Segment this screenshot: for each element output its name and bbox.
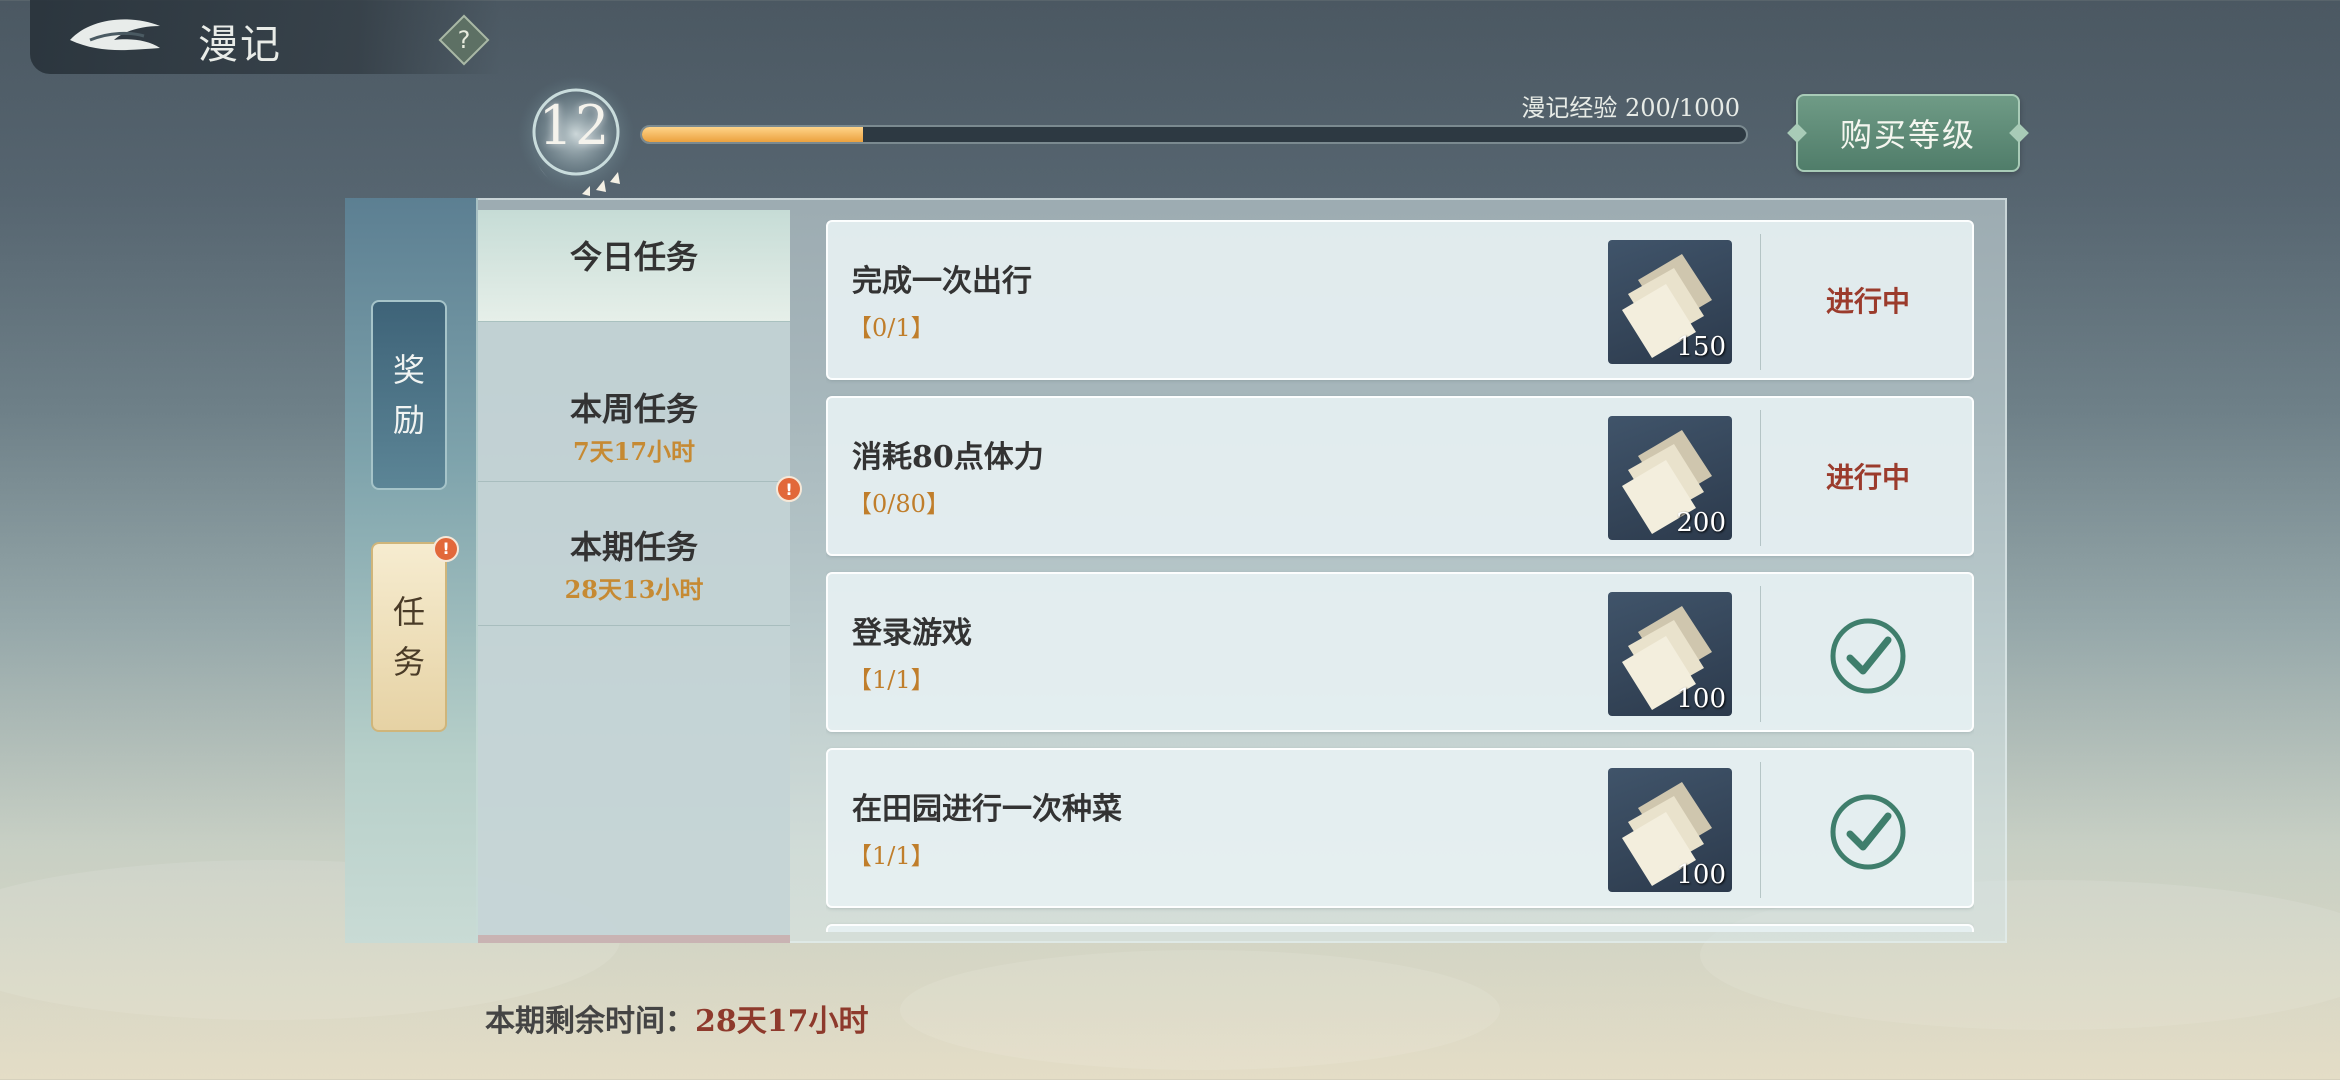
tab-task[interactable]: 任 务 ! — [371, 536, 459, 732]
tab-reward-label-2: 励 — [392, 401, 425, 439]
category-today[interactable]: 今日任务 — [478, 210, 790, 322]
page-title: 漫记 — [198, 22, 282, 68]
diamond-ornament-icon — [2009, 123, 2029, 143]
category-name: 今日任务 — [569, 238, 698, 276]
task-progress: 【1/1】 — [848, 842, 935, 870]
exp-label: 漫记经验 200/1000 — [1521, 94, 1740, 122]
remaining-value: 28天17小时 — [695, 1004, 869, 1039]
card-divider — [1760, 410, 1761, 546]
task-progress: 【0/1】 — [848, 314, 935, 342]
side-tab-bar: 奖 励 任 务 ! — [345, 198, 478, 943]
category-time: 28天13小时 — [564, 575, 704, 604]
card-divider — [1760, 234, 1761, 370]
reward-amount: 100 — [1676, 684, 1726, 714]
diamond-ornament-icon — [1787, 123, 1807, 143]
level-number: 12 — [538, 94, 612, 157]
reward-item[interactable]: 200 — [1608, 416, 1732, 540]
header-bar: 漫记 ? — [30, 0, 500, 74]
period-remaining-time: 本期剩余时间：28天17小时 — [485, 996, 869, 1040]
category-time: 7天17小时 — [572, 437, 696, 466]
task-name: 完成一次出行 — [852, 264, 1032, 299]
exp-progress-bar — [640, 125, 1748, 144]
task-category-list: 今日任务 本周任务 7天17小时 本期任务 28天13小时 ! — [478, 210, 802, 943]
back-button[interactable] — [60, 10, 170, 64]
reward-item[interactable]: 100 — [1608, 768, 1732, 892]
background-cloud — [900, 950, 1500, 1070]
task-card: 完成一次出行 【0/1】 150 进行中 — [826, 220, 1974, 380]
category-name: 本周任务 — [569, 390, 698, 428]
tab-task-label-1: 任 — [392, 593, 425, 631]
tab-reward[interactable]: 奖 励 — [371, 300, 447, 490]
task-card-partial — [826, 924, 1974, 932]
category-bottom-strip — [478, 935, 790, 943]
buy-level-button[interactable]: 购买等级 — [1787, 94, 2029, 172]
reward-amount: 100 — [1676, 860, 1726, 890]
task-progress: 【1/1】 — [848, 666, 935, 694]
exp-progress-fill — [642, 127, 863, 142]
help-label: ? — [457, 26, 471, 54]
card-divider — [1760, 762, 1761, 898]
buy-level-label: 购买等级 — [1839, 116, 1976, 154]
category-name: 本期任务 — [569, 528, 698, 566]
status-in-progress: 进行中 — [1825, 461, 1910, 494]
tab-reward-label-1: 奖 — [392, 351, 425, 389]
task-list[interactable]: 完成一次出行 【0/1】 150 进行中 消耗80点体力 【0/80】 200 … — [826, 220, 1974, 932]
task-card: 消耗80点体力 【0/80】 200 进行中 — [826, 396, 1974, 556]
reward-item[interactable]: 150 — [1608, 240, 1732, 364]
help-button[interactable]: ? — [438, 14, 490, 66]
category-period[interactable]: 本期任务 28天13小时 ! — [478, 476, 802, 626]
notification-badge: ! — [776, 476, 802, 502]
reward-amount: 150 — [1676, 332, 1726, 362]
completed-check-icon — [1830, 794, 1906, 870]
category-week[interactable]: 本周任务 7天17小时 — [478, 338, 790, 482]
task-card: 在田园进行一次种菜 【1/1】 100 — [826, 748, 1974, 908]
task-progress: 【0/80】 — [848, 490, 950, 518]
reward-item[interactable]: 100 — [1608, 592, 1732, 716]
status-in-progress: 进行中 — [1825, 285, 1910, 318]
tab-task-label-2: 务 — [392, 643, 425, 681]
completed-check-icon — [1830, 618, 1906, 694]
task-name: 在田园进行一次种菜 — [852, 792, 1122, 827]
card-divider — [1760, 586, 1761, 722]
remaining-label: 本期剩余时间： — [485, 1004, 695, 1039]
task-name: 消耗80点体力 — [852, 440, 1044, 475]
level-emblem: 12 — [500, 72, 640, 202]
notification-badge: ! — [433, 536, 459, 562]
reward-amount: 200 — [1676, 508, 1726, 538]
task-name: 登录游戏 — [852, 616, 972, 651]
task-card: 登录游戏 【1/1】 100 — [826, 572, 1974, 732]
wing-back-icon — [70, 19, 160, 51]
